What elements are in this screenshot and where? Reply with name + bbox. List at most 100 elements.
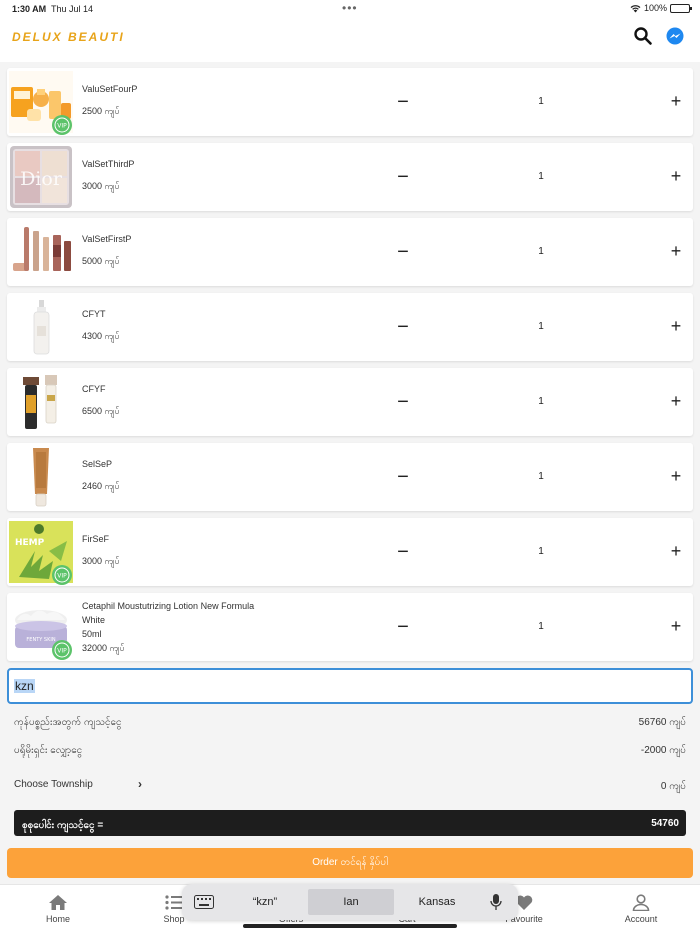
suggestion-right[interactable]: Kansas [394, 889, 480, 915]
total-value: 54760 [651, 818, 679, 829]
cart-item[interactable]: VIP ValuSetFourP 2500 ကျပ် − 1 + [7, 68, 693, 136]
increase-quantity-button[interactable]: + [668, 616, 684, 636]
township-row[interactable]: Choose Township › 0 ကျပ် [14, 777, 686, 793]
discount-row: ပရိုမိုးရှင်း လျှော့ငွေ -2000 ကျပ် [14, 741, 686, 757]
product-image [9, 296, 73, 358]
cart-item[interactable]: CFYT 4300 ကျပ် − 1 + [7, 293, 693, 361]
decrease-quantity-button[interactable]: − [395, 542, 411, 562]
decrease-quantity-button[interactable]: − [395, 392, 411, 412]
order-button[interactable]: Order တင်ရန် နှိပ်ပါ [7, 848, 693, 878]
svg-text:VIP: VIP [57, 123, 67, 130]
item-info: FirSeF 3000 ကျပ် [82, 532, 282, 569]
search-icon[interactable] [633, 26, 653, 46]
list-icon [165, 895, 183, 910]
svg-text:VIP: VIP [57, 648, 67, 655]
messenger-icon[interactable] [665, 26, 685, 46]
item-info: ValSetFirstP 5000 ကျပ် [82, 232, 282, 269]
item-quantity: 1 [538, 171, 544, 182]
discount-label: ပရိုမိုးရှင်း လျှော့ငွေ [14, 745, 83, 756]
item-info: Cetaphil Moustutrizing Lotion New Formul… [82, 599, 282, 655]
tab-label: Shop [163, 914, 185, 924]
svg-text:Dior: Dior [20, 168, 63, 190]
vip-badge-icon: VIP [52, 640, 72, 660]
tab-label: Home [45, 914, 70, 924]
increase-quantity-button[interactable]: + [668, 541, 684, 561]
cart-item[interactable]: ValSetFirstP 5000 ကျပ် − 1 + [7, 218, 693, 286]
cart-item[interactable]: SelSeP 2460 ကျပ် − 1 + [7, 443, 693, 511]
home-icon [49, 895, 67, 910]
item-quantity: 1 [538, 321, 544, 332]
item-quantity: 1 [538, 96, 544, 107]
item-quantity: 1 [538, 246, 544, 257]
item-quantity: 1 [538, 396, 544, 407]
item-size: 50ml [82, 629, 102, 639]
tab-account[interactable]: Account [601, 885, 681, 934]
subtotal-label: ကုန်ပစ္စည်းအတွက် ကျသင့်ငွေ [14, 717, 122, 728]
item-price: 3000 ကျပ် [82, 181, 120, 191]
item-price: 3000 ကျပ် [82, 556, 120, 566]
total-bar: စုစုပေါင်း ကျသင့်ငွေ = 54760 [14, 810, 686, 836]
vip-badge-icon: VIP [52, 115, 72, 135]
status-time: 1:30 AM [12, 4, 47, 14]
decrease-quantity-button[interactable]: − [395, 317, 411, 337]
suggestion-middle[interactable]: Ian [308, 889, 394, 915]
increase-quantity-button[interactable]: + [668, 166, 684, 186]
township-fee-value: 0 ကျပ် [660, 781, 686, 792]
cart-item[interactable]: CFYF 6500 ကျပ် − 1 + [7, 368, 693, 436]
increase-quantity-button[interactable]: + [668, 466, 684, 486]
item-quantity: 1 [538, 546, 544, 557]
status-bar: 1:30 AM Thu Jul 14 ••• 100% [0, 0, 700, 18]
item-info: CFYT 4300 ကျပ် [82, 307, 282, 344]
item-name: FirSeF [82, 534, 109, 544]
chevron-right-icon[interactable]: › [138, 777, 142, 791]
person-icon [632, 894, 650, 911]
increase-quantity-button[interactable]: + [668, 316, 684, 336]
multitasking-dots-icon[interactable]: ••• [342, 1, 358, 15]
address-input-text: kzn [14, 679, 35, 693]
battery-icon [670, 3, 692, 13]
decrease-quantity-button[interactable]: − [395, 92, 411, 112]
item-name: ValuSetFourP [82, 84, 138, 94]
keyboard-icon[interactable] [194, 895, 214, 909]
vip-badge-icon: VIP [52, 565, 72, 585]
item-name: CFYT [82, 309, 106, 319]
item-price: 2500 ကျပ် [82, 106, 120, 116]
tab-label: Account [624, 914, 658, 924]
microphone-icon[interactable] [490, 893, 502, 911]
item-info: CFYF 6500 ကျပ် [82, 382, 282, 419]
address-input[interactable]: kzn [7, 668, 693, 704]
increase-quantity-button[interactable]: + [668, 91, 684, 111]
cart-item[interactable]: FENTY SKIN VIP Cetaphil Moustutrizing Lo… [7, 593, 693, 661]
item-quantity: 1 [538, 471, 544, 482]
product-image [9, 446, 73, 508]
decrease-quantity-button[interactable]: − [395, 617, 411, 637]
wifi-icon [630, 4, 641, 13]
tab-home[interactable]: Home [18, 885, 98, 934]
app-header: DELUX BEAUTI [0, 18, 700, 62]
decrease-quantity-button[interactable]: − [395, 467, 411, 487]
battery-percent: 100% [643, 3, 667, 13]
product-image [9, 221, 73, 283]
item-price: 4300 ကျပ် [82, 331, 120, 341]
item-name: ValSetThirdP [82, 159, 135, 169]
svg-text:HEMP: HEMP [15, 538, 45, 548]
svg-text:VIP: VIP [57, 573, 67, 580]
suggestion-quoted[interactable]: “kzn” [222, 889, 308, 915]
cart-item[interactable]: Dior ValSetThirdP 3000 ကျပ် − 1 + [7, 143, 693, 211]
item-price: 5000 ကျပ် [82, 256, 120, 266]
choose-township-label[interactable]: Choose Township [14, 779, 93, 790]
brand-logo: DELUX BEAUTI [12, 30, 125, 44]
decrease-quantity-button[interactable]: − [395, 167, 411, 187]
increase-quantity-button[interactable]: + [668, 241, 684, 261]
product-image [9, 371, 73, 433]
status-right: 100% [630, 3, 692, 13]
item-name: ValSetFirstP [82, 234, 132, 244]
item-info: ValuSetFourP 2500 ကျပ် [82, 82, 282, 119]
decrease-quantity-button[interactable]: − [395, 242, 411, 262]
cart-item[interactable]: HEMP VIP FirSeF 3000 ကျပ် − 1 + [7, 518, 693, 586]
item-name-continued: White [82, 615, 106, 625]
item-name: CFYF [82, 384, 106, 394]
increase-quantity-button[interactable]: + [668, 391, 684, 411]
discount-value: -2000 ကျပ် [640, 745, 686, 756]
home-indicator[interactable] [243, 924, 457, 928]
